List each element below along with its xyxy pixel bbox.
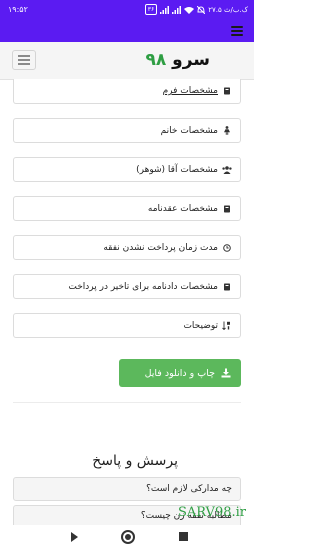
status-indicators: ۳۶ ۲۷.۵ ک.ب/ث bbox=[144, 4, 248, 15]
menu-item-judgment-details[interactable]: مشخصات دادنامه برای تاخیر در پرداخت bbox=[13, 274, 241, 299]
download-icon bbox=[221, 368, 231, 378]
print-download-button[interactable]: چاپ و دانلود فایل bbox=[119, 359, 241, 387]
book-icon bbox=[221, 87, 232, 95]
brand-logo[interactable]: سرو ۹۸ bbox=[145, 50, 210, 70]
download-button-label: چاپ و دانلود فایل bbox=[144, 367, 215, 379]
wifi-icon bbox=[184, 6, 195, 14]
menu-item-husband-details[interactable]: مشخصات آقا (شوهر) bbox=[13, 157, 241, 182]
faq-item[interactable]: چه مدارکی لازم است؟ bbox=[13, 477, 241, 501]
home-icon[interactable] bbox=[121, 530, 135, 544]
app-bar bbox=[0, 22, 254, 42]
menu-item-label: مدت زمان پرداخت نشدن نفقه bbox=[103, 242, 218, 253]
faq-question: چه مدارکی لازم است؟ bbox=[146, 484, 232, 494]
battery-icon: ۳۶ bbox=[144, 4, 158, 15]
book-icon bbox=[221, 205, 232, 213]
site-watermark: SARV98.ir bbox=[177, 505, 246, 520]
menu-item-form-details[interactable]: مشخصات فرم bbox=[13, 79, 241, 104]
clock-icon bbox=[221, 243, 232, 252]
menu-item-marriage-contract[interactable]: مشخصات عقدنامه bbox=[13, 196, 241, 221]
book-icon bbox=[221, 283, 232, 291]
menu-item-wife-details[interactable]: مشخصات خانم bbox=[13, 118, 241, 143]
brand-text: سرو bbox=[172, 50, 210, 70]
system-navigation-bar bbox=[0, 525, 254, 550]
menu-item-nonpayment-duration[interactable]: مدت زمان پرداخت نشدن نفقه bbox=[13, 235, 241, 260]
female-icon bbox=[221, 126, 232, 135]
menu-item-label: مشخصات آقا (شوهر) bbox=[136, 164, 218, 175]
menu-item-label: مشخصات دادنامه برای تاخیر در پرداخت bbox=[68, 281, 218, 292]
status-bar: ۱۹:۵۲ ۳۶ ۲۷.۵ ک.ب/ث bbox=[0, 0, 254, 22]
site-navbar: سرو ۹۸ bbox=[0, 42, 254, 80]
menu-item-label: مشخصات خانم bbox=[160, 125, 218, 136]
network-speed: ۲۷.۵ ک.ب/ث bbox=[208, 5, 248, 14]
mute-icon bbox=[197, 5, 206, 14]
back-icon[interactable] bbox=[71, 532, 78, 542]
divider bbox=[13, 402, 241, 403]
menu-item-label: مشخصات فرم bbox=[162, 86, 218, 96]
signal-icon bbox=[172, 5, 182, 14]
recents-icon[interactable] bbox=[179, 532, 188, 541]
menu-icon[interactable] bbox=[231, 26, 243, 36]
signal-icon bbox=[160, 5, 170, 14]
navbar-toggle-button[interactable] bbox=[12, 50, 36, 70]
brand-number: ۹۸ bbox=[145, 50, 167, 70]
users-icon bbox=[221, 165, 232, 174]
status-time: ۱۹:۵۲ bbox=[8, 5, 28, 14]
faq-title: پرسش و پاسخ bbox=[92, 453, 178, 469]
menu-item-description[interactable]: توضیحات bbox=[13, 313, 241, 338]
menu-item-label: توضیحات bbox=[183, 320, 218, 331]
sort-icon bbox=[221, 321, 232, 330]
menu-item-label: مشخصات عقدنامه bbox=[147, 203, 218, 214]
